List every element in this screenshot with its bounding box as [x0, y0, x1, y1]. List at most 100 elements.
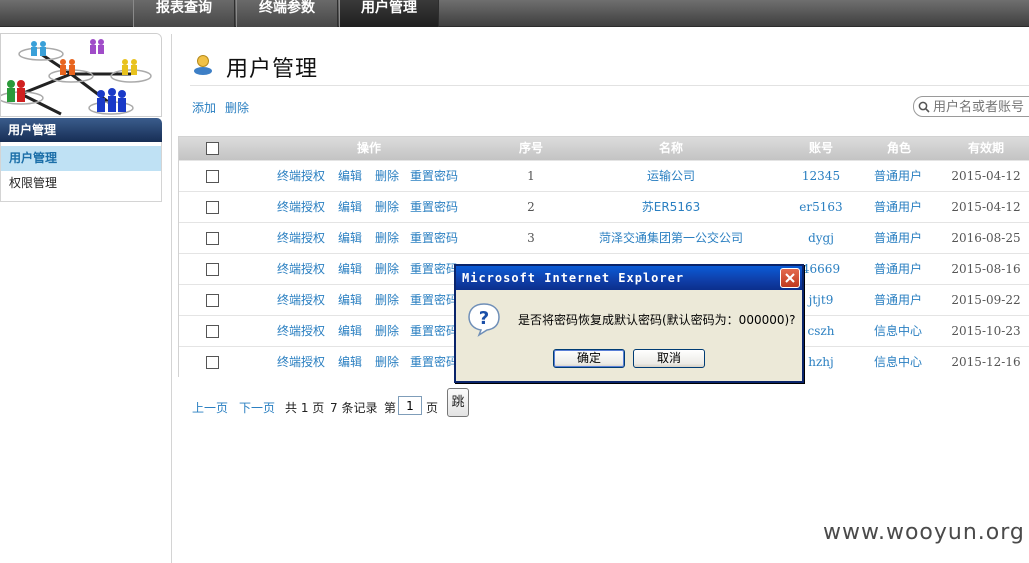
sidebar-item-user-management[interactable]: 用户管理 [1, 146, 161, 171]
delete-row-link[interactable]: 删除 [375, 161, 399, 191]
header-account: 账号 [808, 141, 833, 155]
question-icon: ? [466, 301, 502, 337]
select-all-checkbox[interactable] [206, 142, 219, 155]
row-expiry: 2015-10-23 [951, 324, 1021, 338]
row-account-link[interactable]: dygj [791, 223, 851, 253]
edit-link[interactable]: 编辑 [338, 223, 362, 253]
row-checkbox[interactable] [206, 232, 219, 245]
cancel-button[interactable]: 取消 [633, 349, 705, 368]
search-input[interactable] [933, 98, 1029, 116]
total-pages: 共 1 页 [285, 401, 325, 415]
ok-button[interactable]: 确定 [553, 349, 625, 368]
logo-image [0, 33, 162, 117]
prev-page-link[interactable]: 上一页 [192, 399, 228, 416]
edit-link[interactable]: 编辑 [338, 161, 362, 191]
reset-password-link[interactable]: 重置密码 [410, 316, 458, 346]
reset-password-link[interactable]: 重置密码 [410, 285, 458, 315]
header-seq: 序号 [518, 141, 543, 155]
page-title: 用户管理 [226, 57, 319, 82]
row-role-link[interactable]: 普通用户 [861, 285, 935, 315]
reset-password-link[interactable]: 重置密码 [410, 223, 458, 253]
row-expiry: 2015-08-16 [951, 262, 1021, 276]
reset-password-link[interactable]: 重置密码 [410, 161, 458, 191]
header-name: 名称 [658, 141, 683, 155]
header-ops: 操作 [356, 141, 381, 155]
terminal-authorize-link[interactable]: 终端授权 [277, 347, 325, 377]
edit-link[interactable]: 编辑 [338, 192, 362, 222]
row-checkbox[interactable] [206, 263, 219, 276]
row-expiry: 2016-08-25 [951, 231, 1021, 245]
delete-link[interactable]: 删除 [225, 99, 249, 116]
tab-terminal-params[interactable]: 终端参数 [236, 0, 338, 27]
user-icon [192, 53, 214, 75]
dialog-title: Microsoft Internet Explorer [456, 266, 802, 290]
dialog-message: 是否将密码恢复成默认密码(默认密码为：000000)? [518, 313, 796, 327]
sidebar-item-permission-management[interactable]: 权限管理 [1, 171, 161, 196]
row-role-link[interactable]: 信息中心 [861, 347, 935, 377]
delete-row-link[interactable]: 删除 [375, 192, 399, 222]
sidebar-menu: 用户管理 权限管理 [0, 142, 162, 202]
table-header: 操作 序号 名称 账号 角色 有效期 [179, 137, 1029, 160]
watermark: www.wooyun.org [823, 520, 1025, 545]
tab-user-management[interactable]: 用户管理 [339, 0, 439, 27]
row-seq: 3 [527, 231, 535, 245]
row-role-link[interactable]: 信息中心 [861, 316, 935, 346]
row-expiry: 2015-04-12 [951, 169, 1021, 183]
row-expiry: 2015-09-22 [951, 293, 1021, 307]
confirm-dialog: Microsoft Internet Explorer ? 是否将密码恢复成默认… [454, 264, 804, 383]
reset-password-link[interactable]: 重置密码 [410, 192, 458, 222]
reset-password-link[interactable]: 重置密码 [410, 347, 458, 377]
table-row: 终端授权 编辑 删除 重置密码 1 运输公司 12345 普通用户 2015-04-12 [179, 160, 1029, 191]
edit-link[interactable]: 编辑 [338, 285, 362, 315]
delete-row-link[interactable]: 删除 [375, 316, 399, 346]
row-seq: 1 [527, 169, 535, 183]
delete-row-link[interactable]: 删除 [375, 254, 399, 284]
column-divider [171, 34, 172, 563]
title-divider [190, 85, 1029, 86]
row-role-link[interactable]: 普通用户 [861, 192, 935, 222]
row-role-link[interactable]: 普通用户 [861, 254, 935, 284]
tab-report-query[interactable]: 报表查询 [133, 0, 235, 27]
row-checkbox[interactable] [206, 201, 219, 214]
row-checkbox[interactable] [206, 325, 219, 338]
row-name-link[interactable]: 运输公司 [571, 161, 771, 191]
search-box [913, 96, 1029, 117]
row-checkbox[interactable] [206, 356, 219, 369]
delete-row-link[interactable]: 删除 [375, 223, 399, 253]
add-link[interactable]: 添加 [192, 99, 216, 116]
page-prefix: 第 [384, 401, 397, 415]
row-checkbox[interactable] [206, 170, 219, 183]
edit-link[interactable]: 编辑 [338, 347, 362, 377]
row-checkbox[interactable] [206, 294, 219, 307]
edit-link[interactable]: 编辑 [338, 316, 362, 346]
reset-password-link[interactable]: 重置密码 [410, 254, 458, 284]
page-suffix: 页 [426, 401, 439, 415]
row-expiry: 2015-12-16 [951, 355, 1021, 369]
jump-button[interactable]: 跳 [447, 388, 469, 417]
header-expiry: 有效期 [967, 141, 1004, 155]
top-nav: 报表查询 终端参数 用户管理 [0, 0, 1029, 27]
terminal-authorize-link[interactable]: 终端授权 [277, 192, 325, 222]
terminal-authorize-link[interactable]: 终端授权 [277, 254, 325, 284]
row-role-link[interactable]: 普通用户 [861, 223, 935, 253]
terminal-authorize-link[interactable]: 终端授权 [277, 161, 325, 191]
terminal-authorize-link[interactable]: 终端授权 [277, 223, 325, 253]
row-account-link[interactable]: 12345 [791, 161, 851, 191]
delete-row-link[interactable]: 删除 [375, 285, 399, 315]
row-account-link[interactable]: er5163 [791, 192, 851, 222]
terminal-authorize-link[interactable]: 终端授权 [277, 285, 325, 315]
terminal-authorize-link[interactable]: 终端授权 [277, 316, 325, 346]
total-records: 7 条记录 [330, 401, 378, 415]
row-role-link[interactable]: 普通用户 [861, 161, 935, 191]
row-name-link[interactable]: 苏ER5163 [571, 192, 771, 222]
table-row: 终端授权 编辑 删除 重置密码 2 苏ER5163 er5163 普通用户 2015-04-12 [179, 191, 1029, 222]
close-icon[interactable] [780, 268, 800, 288]
edit-link[interactable]: 编辑 [338, 254, 362, 284]
next-page-link[interactable]: 下一页 [239, 399, 275, 416]
header-role: 角色 [886, 141, 911, 155]
search-icon[interactable] [918, 101, 930, 113]
page-number-input[interactable] [398, 396, 422, 415]
sidebar-header: 用户管理 [0, 118, 162, 142]
row-name-link[interactable]: 菏泽交通集团第一公交公司 [571, 223, 771, 253]
delete-row-link[interactable]: 删除 [375, 347, 399, 377]
